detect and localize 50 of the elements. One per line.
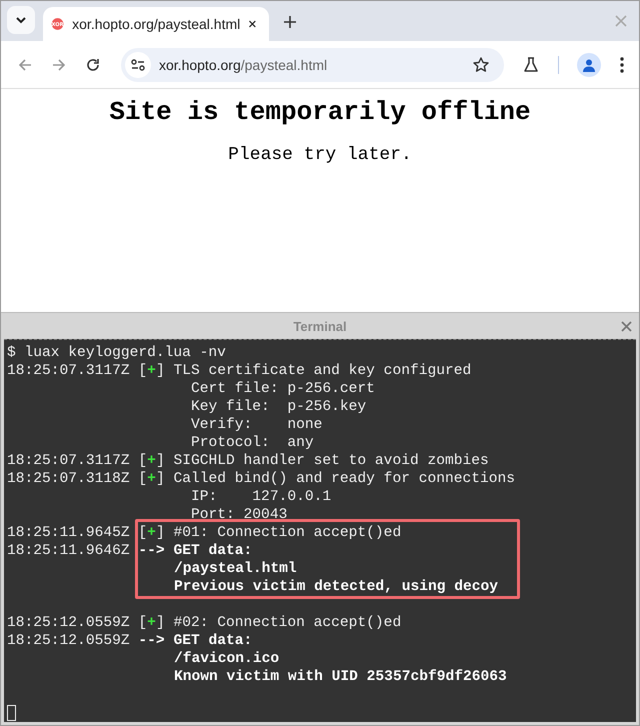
log-detail: Verify: none <box>190 416 322 434</box>
log-message: TLS certificate and key configured <box>174 362 472 380</box>
log-detail: Known victim with UID 25357cbf9df26063 <box>173 668 507 686</box>
terminal-command: $ luax keyloggerd.lua -nv <box>7 344 226 362</box>
reload-icon[interactable] <box>85 56 101 73</box>
timestamp: 18:25:11.9645Z <box>7 524 130 542</box>
log-detail: Port: 20043 <box>190 506 288 524</box>
tab-list-button[interactable] <box>7 6 35 34</box>
log-message: GET data: <box>173 542 252 560</box>
log-message: Called bind() and ready for connections <box>174 470 516 488</box>
log-message: GET data: <box>173 632 252 650</box>
star-icon[interactable] <box>472 56 490 74</box>
tab-title: xor.hopto.org/paysteal.html <box>72 16 240 32</box>
new-tab-icon[interactable] <box>283 14 297 29</box>
chevron-down-icon <box>15 16 27 24</box>
arrow-marker: --> <box>138 542 165 560</box>
timestamp: 18:25:12.0559Z <box>7 632 130 650</box>
window-title: Terminal <box>293 318 347 334</box>
status-marker: [+] <box>138 524 165 542</box>
url-text: xor.hopto.org/paysteal.html <box>159 56 328 73</box>
page-heading: Site is temporarily offline <box>108 97 532 128</box>
profile-avatar[interactable] <box>577 52 601 77</box>
status-marker: [+] <box>138 452 165 470</box>
arrow-marker: --> <box>138 632 165 650</box>
address-bar[interactable]: xor.hopto.org/paysteal.html <box>121 48 504 82</box>
back-icon[interactable] <box>17 56 33 73</box>
log-detail: Key file: p-256.key <box>190 398 366 416</box>
page-message: Please try later. <box>227 145 413 166</box>
log-detail: Previous victim detected, using decoy <box>173 578 498 596</box>
timestamp: 18:25:11.9646Z <box>7 542 130 560</box>
log-detail: Protocol: any <box>190 434 314 452</box>
timestamp: 18:25:07.3117Z <box>7 452 130 470</box>
timestamp: 18:25:12.0559Z <box>7 614 130 632</box>
status-marker: [+] <box>138 362 165 380</box>
status-marker: [+] <box>138 614 165 632</box>
site-settings-icon[interactable] <box>125 52 151 78</box>
text-cursor <box>7 705 16 721</box>
log-detail: IP: 127.0.0.1 <box>190 488 332 506</box>
log-message: #02: Connection accept()ed <box>174 614 402 632</box>
log-detail: /paysteal.html <box>173 560 297 578</box>
log-detail: Cert file: p-256.cert <box>190 380 375 398</box>
forward-icon[interactable] <box>51 56 67 73</box>
status-marker: [+] <box>138 470 165 488</box>
menu-icon[interactable] <box>619 56 625 74</box>
timestamp: 18:25:07.3118Z <box>7 470 130 488</box>
log-message: SIGCHLD handler set to avoid zombies <box>174 452 489 470</box>
log-message: #01: Connection accept()ed <box>174 524 402 542</box>
timestamp: 18:25:07.3117Z <box>7 362 130 380</box>
log-detail: /favicon.ico <box>173 650 280 668</box>
flask-icon[interactable] <box>522 56 540 74</box>
